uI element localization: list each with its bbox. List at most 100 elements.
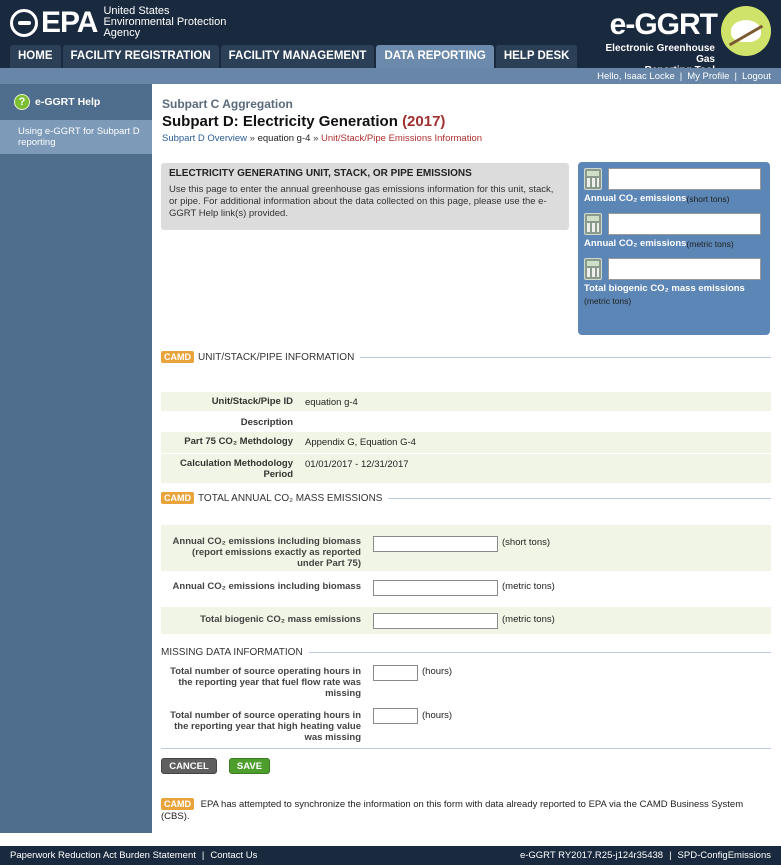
row-value: equation g-4: [305, 397, 358, 408]
breadcrumb-separator: »: [249, 133, 255, 144]
table-row: [161, 374, 771, 392]
breadcrumb-separator: »: [313, 133, 319, 144]
summary-biogenic-field: [608, 258, 761, 280]
row-label: Description: [240, 417, 293, 428]
page-id: SPD-ConfigEmissions: [677, 850, 771, 861]
emissions-summary-panel: Annual CO₂ emissions (short tons) Annual…: [578, 162, 770, 335]
section-title: UNIT/STACK/PIPE INFORMATION: [198, 351, 355, 363]
unit-label: (hours): [422, 666, 453, 677]
table-row: Calculation Methodology Period 01/01/201…: [161, 454, 771, 484]
tab-facility-registration[interactable]: FACILITY REGISTRATION: [62, 45, 219, 68]
row-label: Calculation Methodology Period: [180, 458, 293, 480]
camd-badge: CAMD: [161, 351, 194, 363]
table-row: Description: [161, 412, 771, 432]
section-title: MISSING DATA INFORMATION: [161, 647, 303, 658]
table-row: Unit/Stack/Pipe ID equation g-4: [161, 392, 771, 412]
tab-home[interactable]: HOME: [10, 45, 61, 68]
separator: |: [201, 850, 205, 861]
agency-name: United States Environmental Protection A…: [103, 6, 226, 39]
calculator-icon: [584, 168, 602, 190]
paperwork-link[interactable]: Paperwork Reduction Act Burden Statement: [10, 850, 196, 861]
summary-unit: (short tons): [686, 194, 730, 204]
version-text: e-GGRT RY2017.R25-j124r35438: [519, 850, 664, 861]
co2-metric-tons-label: Annual CO₂ emissions including biomass: [172, 581, 361, 592]
breadcrumb-equation[interactable]: equation g-4: [258, 133, 311, 144]
biogenic-co2-label: Total biogenic CO₂ mass emissions: [200, 614, 361, 625]
help-icon: ?: [14, 94, 30, 110]
breadcrumb-current: Unit/Stack/Pipe Emissions Information: [321, 133, 483, 144]
main-content: Subpart C Aggregation Subpart D: Electri…: [152, 84, 781, 833]
summary-co2-metric-tons-field: [608, 213, 761, 235]
row-value: 01/01/2017 - 12/31/2017: [305, 459, 409, 470]
site-header: EPA United States Environmental Protecti…: [0, 0, 781, 76]
summary-label-text: Annual CO₂ emissions: [584, 238, 687, 249]
tab-facility-management[interactable]: FACILITY MANAGEMENT: [220, 45, 375, 68]
separator: |: [669, 850, 672, 861]
reporting-year: (2017): [402, 113, 446, 130]
user-greeting: Hello, Isaac Locke: [597, 70, 675, 82]
calculator-icon: [584, 213, 602, 235]
separator: |: [734, 70, 737, 82]
instructions-box: ELECTRICITY GENERATING UNIT, STACK, OR P…: [161, 163, 569, 230]
divider: [360, 356, 771, 358]
summary-unit: (metric tons): [584, 296, 632, 306]
summary-label-text: Total biogenic CO₂ mass emissions: [584, 283, 745, 294]
instructions-text: Use this page to enter the annual greenh…: [169, 184, 554, 219]
logout-link[interactable]: Logout: [742, 71, 771, 82]
divider: [308, 652, 771, 653]
my-profile-link[interactable]: My Profile: [687, 71, 729, 82]
contact-link[interactable]: Contact Us: [210, 850, 257, 861]
page-subtitle: Subpart C Aggregation: [162, 97, 293, 111]
instructions-heading: ELECTRICITY GENERATING UNIT, STACK, OR P…: [169, 168, 472, 179]
summary-label: Annual CO₂ emissions (short tons): [584, 193, 764, 205]
tab-help-desk[interactable]: HELP DESK: [495, 45, 578, 68]
separator: |: [679, 70, 683, 82]
missing-data-section-header: MISSING DATA INFORMATION: [161, 647, 771, 658]
unit-info-section-header: CAMD UNIT/STACK/PIPE INFORMATION: [161, 351, 771, 363]
page-title-text: Subpart D: Electricity Generation: [162, 113, 398, 130]
epa-logo[interactable]: EPA United States Environmental Protecti…: [10, 6, 226, 39]
cancel-button[interactable]: CANCEL: [161, 758, 217, 774]
sync-note-text: EPA has attempted to synchronize the inf…: [161, 799, 744, 822]
epa-flower-icon: [10, 8, 38, 37]
e-ggrt-logo: e-GGRT Electronic Greenhouse Gas Reporti…: [595, 6, 775, 76]
epa-wordmark: EPA: [41, 5, 98, 39]
main-nav: HOME FACILITY REGISTRATION FACILITY MANA…: [10, 45, 579, 68]
sidebar: ? e-GGRT Help Using e-GGRT for Subpart D…: [0, 84, 152, 833]
summary-label-text: Annual CO₂ emissions: [584, 193, 687, 204]
sidebar-help-link[interactable]: Using e-GGRT for Subpart D reporting: [0, 120, 152, 154]
unit-label: (hours): [422, 710, 453, 721]
biogenic-co2-input[interactable]: [373, 613, 498, 629]
user-bar: Hello, Isaac Locke | My Profile | Logout: [0, 68, 781, 84]
divider: [161, 748, 771, 749]
ggrt-title: e-GGRT: [609, 8, 718, 41]
row-label: Part 75 CO₂ Methdology: [184, 436, 293, 447]
mass-emissions-section-header: CAMD TOTAL ANNUAL CO₂ MASS EMISSIONS: [161, 492, 771, 504]
footer: Paperwork Reduction Act Burden Statement…: [0, 846, 781, 865]
unit-label: (short tons): [502, 537, 551, 548]
help-heading[interactable]: ? e-GGRT Help: [0, 84, 152, 120]
help-title: e-GGRT Help: [35, 96, 101, 108]
summary-label: Total biogenic CO₂ mass emissions (metric…: [584, 283, 764, 306]
row-value: Appendix G, Equation G-4: [305, 437, 416, 448]
tab-data-reporting[interactable]: DATA REPORTING: [376, 45, 494, 68]
sync-note: CAMD EPA has attempted to synchronize th…: [161, 798, 771, 823]
page-title: Subpart D: Electricity Generation (2017): [162, 113, 445, 130]
breadcrumb: Subpart D Overview » equation g-4 » Unit…: [162, 133, 482, 144]
divider: [388, 497, 771, 499]
agency-line-3: Agency: [103, 27, 141, 39]
section-title: TOTAL ANNUAL CO₂ MASS EMISSIONS: [198, 492, 383, 504]
heating-value-missing-hours-input[interactable]: [373, 708, 418, 724]
fuel-flow-missing-hours-input[interactable]: [373, 665, 418, 681]
summary-unit: (metric tons): [686, 239, 734, 249]
footer-spacer: [0, 833, 781, 846]
unit-label: (metric tons): [502, 614, 555, 625]
camd-badge: CAMD: [161, 798, 194, 810]
heating-value-missing-hours-label: Total number of source operating hours i…: [170, 710, 361, 743]
unit-label: (metric tons): [502, 581, 555, 592]
co2-short-tons-input[interactable]: [373, 536, 498, 552]
save-button[interactable]: SAVE: [229, 758, 270, 774]
camd-badge: CAMD: [161, 492, 194, 504]
co2-metric-tons-input[interactable]: [373, 580, 498, 596]
breadcrumb-subpart-d-overview[interactable]: Subpart D Overview: [162, 133, 247, 144]
